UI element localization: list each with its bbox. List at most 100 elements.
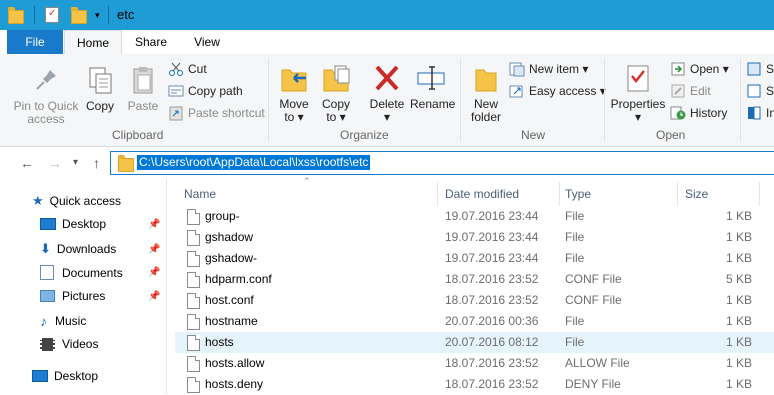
file-icon [187,335,200,351]
file-date: 18.07.2016 23:52 [445,377,539,391]
sidebar-item-videos[interactable]: Videos [40,337,98,351]
select-none-label: Se [766,84,774,98]
delete-x-icon [371,62,403,94]
table-row[interactable]: hdparm.conf 18.07.2016 23:52 CONF File 5… [175,269,774,290]
open-button[interactable]: Open ▾ [670,61,729,77]
column-header-date[interactable]: Date modified [445,182,519,206]
properties-check-icon[interactable]: ✓ [45,7,59,23]
copy-to-button[interactable]: Copy to ▾ [318,62,354,124]
edit-button[interactable]: Edit [670,83,711,99]
copy-path-button[interactable]: Copy path [168,83,243,99]
recent-locations-chevron-icon[interactable]: ▾ [73,157,78,168]
table-row[interactable]: gshadow 19.07.2016 23:44 File 1 KB [175,227,774,248]
open-group-label: Open [656,128,686,142]
invert-selection-button[interactable]: In [746,105,774,121]
table-row[interactable]: gshadow- 19.07.2016 23:44 File 1 KB [175,248,774,269]
file-icon [187,209,200,225]
tab-home[interactable]: Home [64,30,122,56]
organize-group-label: Organize [340,128,389,142]
file-type: File [565,230,585,244]
file-name: host.conf [205,293,254,307]
sidebar-item-music[interactable]: ♪ Music [40,313,86,329]
tab-file[interactable]: File [7,30,63,54]
properties-label: Properties ▾ [610,97,666,124]
cut-label: Cut [188,62,207,76]
tab-share[interactable]: Share [125,30,177,54]
copy-to-icon [320,62,352,94]
sidebar-item-desktop[interactable]: Desktop 📌 [40,217,166,231]
tab-view[interactable]: View [182,30,232,54]
column-header-name[interactable]: Name [184,182,216,206]
sidebar-item-quick-access[interactable]: ★ Quick access [32,193,121,209]
easy-access-button[interactable]: Easy access ▾ [509,83,606,99]
open-icon [670,61,686,77]
file-size: 1 KB [725,209,752,223]
sidebar-item-pictures[interactable]: Pictures 📌 [40,289,166,303]
up-arrow-icon[interactable]: ↑ [93,155,100,171]
history-button[interactable]: History [670,105,727,121]
new-folder-button[interactable]: New folder [466,62,506,124]
copy-path-label: Copy path [188,84,243,98]
table-row[interactable]: group- 19.07.2016 23:44 File 1 KB [175,206,774,227]
customize-toolbar-dropdown[interactable]: ▾ [95,10,100,21]
cut-button[interactable]: Cut [168,61,207,77]
table-row[interactable]: hosts.allow 18.07.2016 23:52 ALLOW File … [175,353,774,374]
paste-button[interactable]: Paste [124,64,162,113]
sidebar-item-label: Documents [62,265,123,280]
forward-arrow-icon[interactable]: → [48,155,62,171]
quick-access-toolbar: ✓ ▾ [8,6,109,24]
copy-button[interactable]: Copy [82,64,118,113]
file-size: 1 KB [725,377,752,391]
properties-icon [622,62,654,94]
pin-icon [30,64,62,96]
file-type: ALLOW File [565,356,630,370]
file-date: 20.07.2016 08:12 [445,335,539,349]
sidebar-item-downloads[interactable]: ⬇ Downloads 📌 [40,241,166,257]
delete-button[interactable]: Delete ▾ [368,62,406,124]
select-none-icon [746,83,762,99]
address-folder-icon [118,155,134,172]
file-size: 5 KB [725,272,752,286]
paste-shortcut-icon [168,105,184,121]
clipboard-group-label: Clipboard [112,128,164,142]
back-arrow-icon[interactable]: ← [20,155,34,171]
download-arrow-icon: ⬇ [40,241,51,256]
table-row[interactable]: hostname 20.07.2016 00:36 File 1 KB [175,311,774,332]
history-icon [670,105,686,121]
file-name: hosts.deny [205,377,264,391]
rename-button[interactable]: Rename [410,62,455,111]
table-row[interactable]: host.conf 18.07.2016 23:52 CONF File 1 K… [175,290,774,311]
column-header-type[interactable]: Type [565,182,591,206]
new-item-button[interactable]: New item ▾ [509,61,588,77]
desktop-icon [40,218,56,230]
table-row-hovered[interactable]: hosts 20.07.2016 08:12 File 1 KB [175,332,774,353]
paste-label: Paste [127,99,159,113]
delete-label: Delete ▾ [369,97,405,124]
edit-icon [670,83,686,99]
film-strip-icon [40,337,55,351]
sidebar-item-desktop-root[interactable]: Desktop [32,369,98,383]
pinned-icon: 📌 [148,290,161,302]
sidebar-item-documents[interactable]: Documents 📌 [40,265,166,280]
file-type: CONF File [565,293,622,307]
pinned-icon: 📌 [148,267,161,278]
column-header-size[interactable]: Size [685,182,708,206]
file-icon [187,356,200,372]
easy-access-label: Easy access ▾ [529,84,606,98]
address-input[interactable]: C:\Users\root\AppData\Local\lxss\rootfs\… [110,151,774,175]
new-folder-icon[interactable] [71,6,87,24]
properties-button[interactable]: Properties ▾ [610,62,666,124]
select-all-button[interactable]: Se [746,61,774,77]
select-none-button[interactable]: Se [746,83,774,99]
move-to-button[interactable]: Move to ▾ [276,62,312,124]
address-path-text: C:\Users\root\AppData\Local\lxss\rootfs\… [137,155,371,170]
sidebar-item-label: Desktop [62,217,107,231]
sidebar-item-label: Pictures [62,289,106,303]
paste-shortcut-button[interactable]: Paste shortcut [168,105,265,121]
move-to-icon [278,62,310,94]
pin-to-quick-access-button[interactable]: Pin to Quick access [12,64,80,126]
file-icon [187,272,200,288]
file-name: hosts.allow [205,356,265,370]
table-row[interactable]: hosts.deny 18.07.2016 23:52 DENY File 1 … [175,374,774,395]
file-icon [187,293,200,309]
